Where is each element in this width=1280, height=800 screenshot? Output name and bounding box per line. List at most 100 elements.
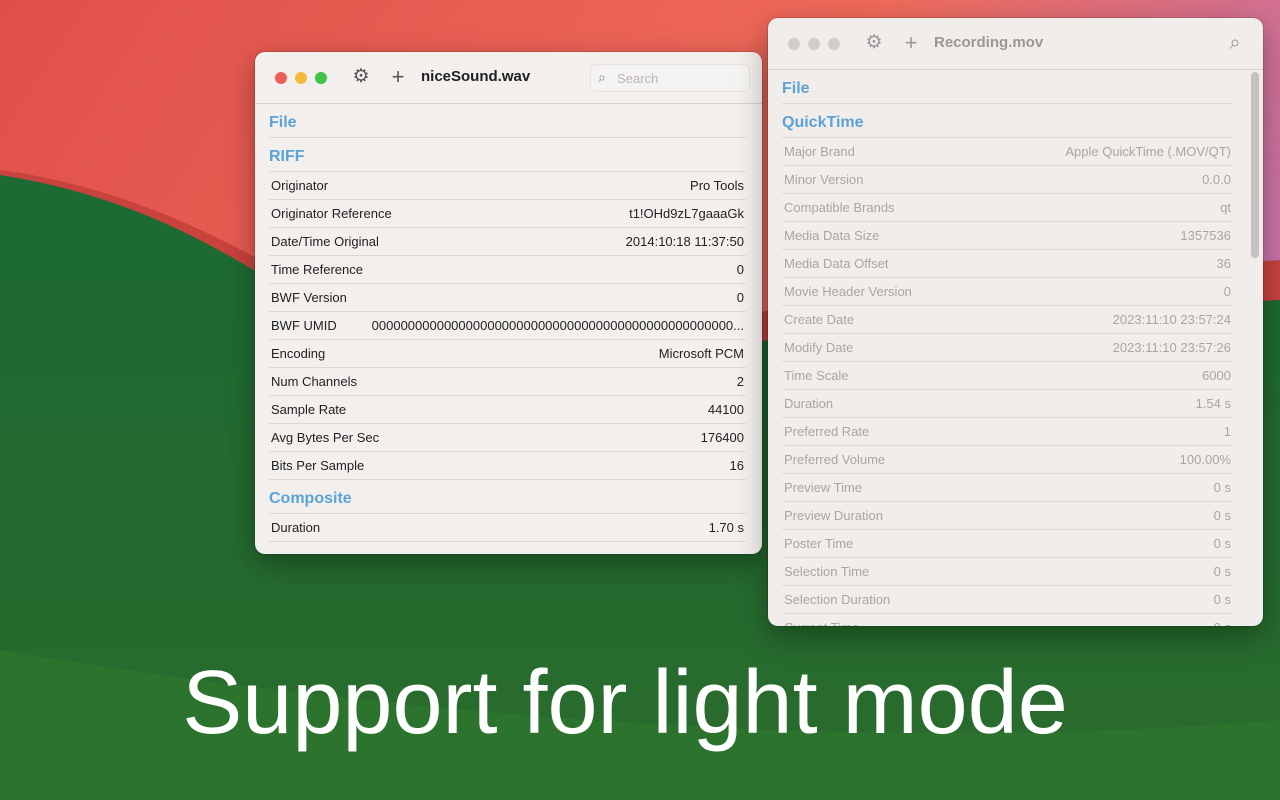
metadata-list: File RIFF Originator Pro Tools Originator Re… — [269, 104, 746, 542]
row-value: qt — [1220, 200, 1231, 215]
plus-icon[interactable]: + — [900, 32, 922, 54]
row-value: 2 — [736, 374, 744, 389]
table-row[interactable]: Movie Header Version 0 — [782, 278, 1233, 306]
table-row[interactable]: Duration 1.70 s — [269, 514, 746, 542]
minimize-button[interactable] — [808, 38, 820, 50]
row-label: Sample Rate — [271, 402, 347, 417]
tagline: Support for light mode — [182, 653, 1068, 753]
table-row[interactable]: Duration 1.54 s — [782, 390, 1233, 418]
table-row[interactable]: Selection Duration 0 s — [782, 586, 1233, 614]
row-value: 0 — [736, 290, 744, 305]
table-row[interactable]: Date/Time Original 2014:10:18 11:37:50 — [269, 228, 746, 256]
row-label: Time Scale — [784, 368, 849, 383]
table-row[interactable]: Selection Time 0 s — [782, 558, 1233, 586]
row-label: Compatible Brands — [784, 200, 895, 215]
search-placeholder: Search — [617, 71, 659, 86]
row-label: Time Reference — [271, 262, 363, 277]
section-header[interactable]: RIFF — [269, 138, 746, 172]
row-value: 0 s — [1213, 508, 1231, 523]
row-label: Media Data Size — [784, 228, 880, 243]
row-value: 0 — [736, 262, 744, 277]
row-value: Apple QuickTime (.MOV/QT) — [1065, 144, 1231, 159]
minimize-button[interactable] — [295, 72, 307, 84]
table-row[interactable]: BWF Version 0 — [269, 284, 746, 312]
row-label: Preferred Rate — [784, 424, 870, 439]
table-row[interactable]: Media Data Offset 36 — [782, 250, 1233, 278]
row-label: Bits Per Sample — [271, 458, 365, 473]
row-value: 0.0.0 — [1202, 172, 1231, 187]
table-row[interactable]: Originator Pro Tools — [269, 172, 746, 200]
row-label: Media Data Offset — [784, 256, 889, 271]
gear-icon[interactable]: ⚙ — [863, 32, 885, 54]
row-value: 0 s — [1214, 620, 1231, 626]
table-row[interactable]: Minor Version 0.0.0 — [782, 166, 1233, 194]
row-value: 2023:11:10 23:57:26 — [1112, 340, 1231, 355]
row-value: 0 s — [1213, 592, 1231, 607]
gear-icon[interactable]: ⚙ — [350, 66, 372, 88]
metadata-list: File QuickTime Major Brand Apple QuickTime … — [782, 70, 1233, 626]
row-label: Avg Bytes Per Sec — [271, 430, 380, 445]
table-row[interactable]: Time Scale 6000 — [782, 362, 1233, 390]
row-value: 100.00% — [1179, 452, 1231, 467]
row-label: BWF Version — [271, 290, 347, 305]
table-row[interactable]: Encoding Microsoft PCM — [269, 340, 746, 368]
table-row[interactable]: Modify Date 2023:11:10 23:57:26 — [782, 334, 1233, 362]
close-button[interactable] — [788, 38, 800, 50]
section-header[interactable]: QuickTime — [782, 104, 1233, 138]
search-input[interactable]: ⌕ Search — [590, 64, 750, 92]
row-value: t1!OHd9zL7gaaaGk — [629, 206, 744, 221]
section-header[interactable]: Composite — [269, 480, 746, 514]
table-row[interactable]: Major Brand Apple QuickTime (.MOV/QT) — [782, 138, 1233, 166]
table-row[interactable]: Media Data Size 1357536 — [782, 222, 1233, 250]
zoom-button[interactable] — [315, 72, 327, 84]
table-row[interactable]: Preferred Volume 100.00% — [782, 446, 1233, 474]
table-row[interactable]: BWF UMID 00000000000000000000000000000000… — [269, 312, 746, 340]
row-value: 176400 — [700, 430, 744, 445]
row-label: Create Date — [784, 312, 855, 327]
section-header[interactable]: File — [782, 70, 1233, 104]
table-row[interactable]: Sample Rate 44100 — [269, 396, 746, 424]
table-row[interactable]: Time Reference 0 — [269, 256, 746, 284]
scrollbar[interactable] — [1251, 72, 1259, 258]
table-row[interactable]: Preview Time 0 s — [782, 474, 1233, 502]
table-row[interactable]: Originator Reference t1!OHd9zL7gaaaGk — [269, 200, 746, 228]
zoom-button[interactable] — [828, 38, 840, 50]
row-label: Duration — [784, 396, 834, 411]
row-label: Date/Time Original — [271, 234, 379, 249]
row-value: 1357536 — [1180, 228, 1231, 243]
row-label: Preview Time — [784, 480, 863, 495]
table-row[interactable]: Avg Bytes Per Sec 176400 — [269, 424, 746, 452]
row-label: Minor Version — [784, 172, 864, 187]
table-row[interactable]: Num Channels 2 — [269, 368, 746, 396]
search-icon: ⌕ — [598, 69, 606, 85]
table-row[interactable]: Poster Time 0 s — [782, 530, 1233, 558]
row-label: Selection Time — [784, 564, 870, 579]
row-value: 0 s — [1213, 480, 1231, 495]
close-button[interactable] — [275, 72, 287, 84]
table-row[interactable]: Bits Per Sample 16 — [269, 452, 746, 480]
table-row[interactable]: Create Date 2023:11:10 23:57:24 — [782, 306, 1233, 334]
section-header[interactable]: File — [269, 104, 746, 138]
row-value: 44100 — [707, 402, 744, 417]
table-row[interactable]: Current Time 0 s — [782, 614, 1233, 626]
title-bar: ⚙ + Recording.mov ⌕ — [768, 18, 1263, 70]
row-label: Duration — [271, 520, 321, 535]
window-title: Recording.mov — [934, 34, 1044, 51]
row-value: 36 — [1216, 256, 1231, 271]
row-label: Encoding — [271, 346, 326, 361]
row-value: 6000 — [1202, 368, 1231, 383]
plus-icon[interactable]: + — [387, 66, 409, 88]
search-icon[interactable]: ⌕ — [1224, 32, 1246, 54]
row-label: BWF UMID — [271, 318, 337, 333]
row-label: Preview Duration — [784, 508, 883, 523]
table-row[interactable]: Preferred Rate 1 — [782, 418, 1233, 446]
row-value: 0 — [1223, 284, 1231, 299]
row-label: Preferred Volume — [784, 452, 886, 467]
table-row[interactable]: Compatible Brands qt — [782, 194, 1233, 222]
row-label: Movie Header Version — [784, 284, 912, 299]
row-label: Originator — [271, 178, 329, 193]
nicesound-window: ⚙ + niceSound.wav ⌕ Search File RIFF Origi… — [255, 52, 762, 554]
table-row[interactable]: Preview Duration 0 s — [782, 502, 1233, 530]
row-label: Current Time — [784, 620, 859, 626]
row-label: Selection Duration — [784, 592, 891, 607]
